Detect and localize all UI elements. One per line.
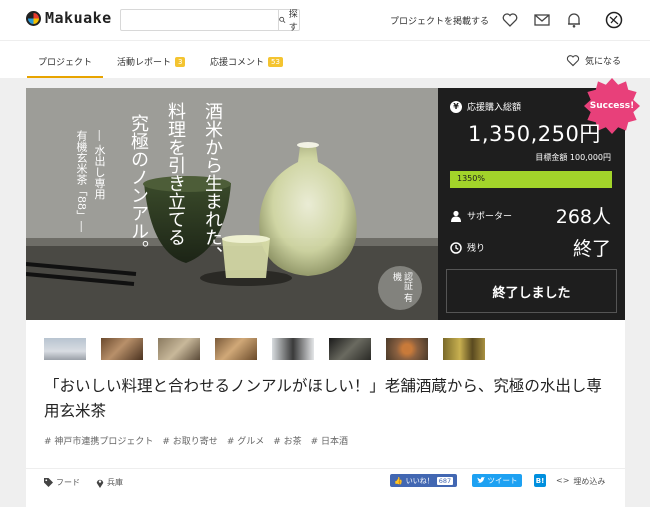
thumbnail-8[interactable] — [443, 338, 485, 360]
tag-item[interactable]: # 神戸市連携プロジェクト — [44, 434, 153, 447]
search-icon — [279, 16, 286, 24]
location-label: 兵庫 — [107, 478, 123, 487]
funding-progress-bar: 1350% — [450, 171, 612, 188]
tab-activity-label: 活動レポート — [117, 58, 172, 68]
hatena-bookmark-button[interactable]: B! — [534, 474, 546, 487]
logo-mark-icon — [26, 10, 41, 26]
hero-catch-line-2: 料理を引き立てる — [165, 102, 186, 246]
funding-panel: Success! ¥ 応援購入総額 1,350,250円 目標金額 100,00… — [438, 78, 640, 320]
supporters-count: 268人 — [555, 206, 611, 228]
search-button[interactable]: 探す — [278, 10, 301, 33]
post-project-link[interactable]: プロジェクトを掲載する — [390, 14, 489, 27]
cert-label: 認証 有機 — [391, 272, 412, 302]
clock-icon — [450, 241, 462, 254]
tab-comments[interactable]: 応援コメント 53 — [210, 55, 283, 68]
thumbnail-4[interactable] — [215, 338, 257, 360]
tab-comments-label: 応援コメント — [210, 58, 265, 68]
like-label: いいね！ — [405, 476, 434, 485]
person-icon — [451, 210, 461, 222]
comments-count-badge: 53 — [268, 56, 283, 67]
hero-sub-line-2: 有機玄米茶「88」― — [75, 130, 88, 232]
hero-sub-line-1: ― 水出し専用 — [93, 130, 106, 200]
thumbnail-7[interactable] — [386, 338, 428, 360]
progress-percent: 1350% — [457, 174, 485, 183]
goal-amount: 目標金額 100,000円 — [535, 153, 611, 162]
tab-activity-report[interactable]: 活動レポート 3 — [117, 55, 186, 68]
organic-certification-seal: 認証 有機 — [378, 266, 422, 310]
logo-text: Makuake — [45, 9, 112, 27]
site-header: Makuake 探す プロジェクトを掲載する — [0, 0, 650, 40]
tag-list: # 神戸市連携プロジェクト # お取り寄せ # グルメ # お茶 # 日本酒 — [44, 434, 348, 447]
hero-catch-line-1: 酒米から生まれた、 — [202, 102, 223, 264]
tag-item[interactable]: # お取り寄せ — [162, 434, 217, 447]
location-link[interactable]: 兵庫 — [96, 477, 123, 488]
project-card: 酒米から生まれた、 料理を引き立てる 究極のノンアル。 ― 水出し専用 有機玄米… — [26, 78, 640, 507]
thumbs-up-icon: 👍 — [394, 476, 403, 485]
makuake-logo[interactable]: Makuake — [26, 9, 112, 27]
mail-icon[interactable] — [533, 11, 551, 29]
embed-button[interactable]: <> 埋め込み — [556, 476, 605, 487]
image-thumbnail-strip — [44, 338, 485, 360]
code-brackets-icon: <> — [556, 476, 570, 485]
twitter-bird-icon — [476, 477, 485, 484]
tweet-label: ツイート — [487, 476, 518, 485]
tab-project-label: プロジェクト — [38, 58, 93, 68]
favorite-label: 気になる — [585, 57, 622, 67]
yen-icon: ¥ — [450, 100, 462, 113]
embed-label: 埋め込み — [573, 477, 606, 486]
active-tab-indicator — [27, 76, 103, 78]
project-title: 「おいしい料理と合わせるノンアルがほしい！」老舗酒蔵から、究極の水出し専用玄米茶 — [44, 377, 602, 420]
tag-item[interactable]: # お茶 — [273, 434, 301, 447]
favorite-button[interactable]: 気になる — [566, 54, 621, 67]
thumbnail-6[interactable] — [329, 338, 371, 360]
remaining-value: 終了 — [572, 238, 611, 260]
remaining-label: 残り — [467, 244, 486, 254]
tweet-button[interactable]: ツイート — [472, 474, 522, 487]
tab-project[interactable]: プロジェクト — [38, 55, 92, 68]
facebook-like-button[interactable]: 👍 いいね！ 687 — [390, 474, 458, 487]
user-avatar-icon[interactable] — [605, 11, 623, 29]
search-input[interactable] — [121, 10, 278, 30]
raised-label: 応援購入総額 — [467, 103, 522, 113]
project-main-image[interactable]: 酒米から生まれた、 料理を引き立てる 究極のノンアル。 ― 水出し専用 有機玄米… — [26, 88, 438, 320]
heart-outline-icon — [566, 55, 580, 67]
like-count: 687 — [436, 476, 454, 485]
tag-item[interactable]: # 日本酒 — [311, 434, 348, 447]
remaining-label-row: 残り — [450, 241, 485, 254]
tag-icon — [44, 478, 53, 487]
raised-amount: 1,350,250円 — [468, 122, 601, 146]
heart-icon[interactable] — [501, 11, 519, 29]
search-box: 探す — [120, 9, 301, 33]
hero-catch-line-3: 究極のノンアル。 — [128, 114, 149, 258]
category-label: フード — [56, 478, 80, 487]
bell-icon[interactable] — [565, 11, 583, 29]
supporters-label: サポーター — [467, 212, 513, 222]
thumbnail-2[interactable] — [101, 338, 143, 360]
activity-count-badge: 3 — [175, 56, 186, 67]
supporters-label-row: サポーター — [450, 209, 512, 222]
footer-divider — [26, 468, 625, 469]
thumbnail-5[interactable] — [272, 338, 314, 360]
search-button-label: 探す — [288, 10, 298, 33]
ended-button[interactable]: 終了しました — [446, 269, 617, 313]
thumbnail-3[interactable] — [158, 338, 200, 360]
raised-label-row: ¥ 応援購入総額 — [450, 100, 521, 113]
thumbnail-1[interactable] — [44, 338, 86, 360]
category-link[interactable]: フード — [44, 477, 80, 488]
tag-item[interactable]: # グルメ — [227, 434, 264, 447]
project-tabs: プロジェクト 活動レポート 3 応援コメント 53 気になる — [0, 40, 650, 78]
location-pin-icon — [96, 479, 104, 488]
